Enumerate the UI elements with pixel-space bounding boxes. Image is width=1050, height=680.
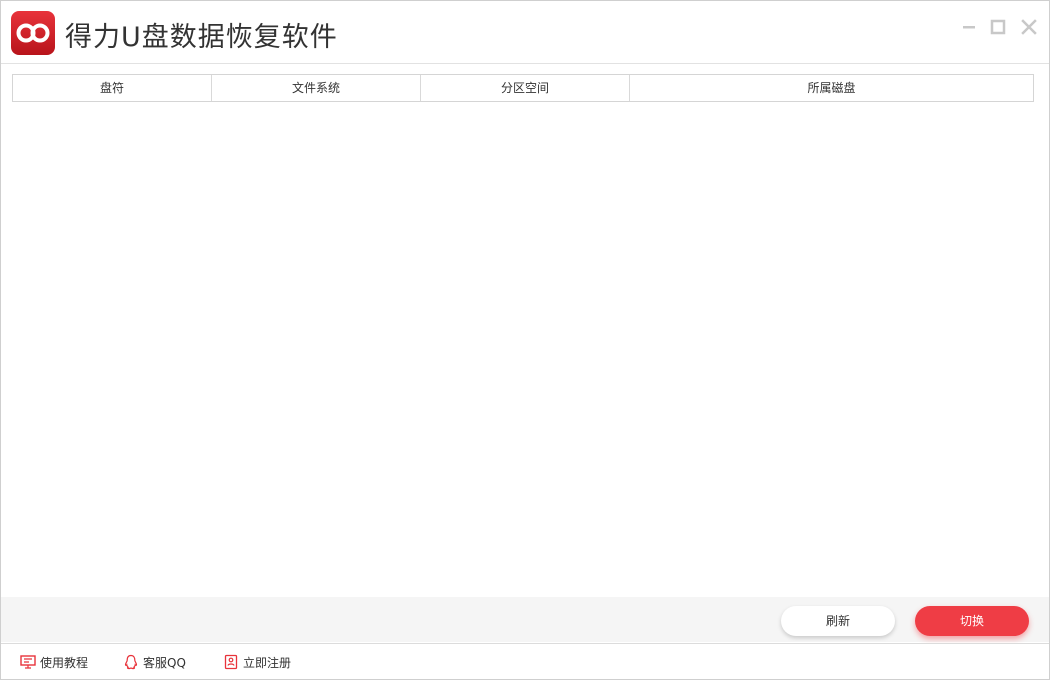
register-link[interactable]: 立即注册 (223, 644, 292, 679)
maximize-icon (990, 19, 1006, 35)
footer-bar: 使用教程 客服QQ 立即注册 (1, 643, 1049, 679)
minimize-icon (963, 26, 975, 29)
register-label: 立即注册 (243, 655, 292, 670)
action-bar: 刷新 切换 (1, 597, 1049, 642)
partition-table-body[interactable] (12, 102, 1034, 596)
qq-label: 客服QQ (143, 655, 186, 670)
close-icon (1021, 19, 1037, 35)
qq-penguin-icon (123, 654, 139, 670)
infinity-logo-icon (11, 11, 55, 55)
title-bar[interactable]: 得力U盘数据恢复软件 (1, 1, 1049, 64)
tutorial-label: 使用教程 (40, 655, 89, 670)
register-doc-icon (223, 654, 239, 670)
app-window: 得力U盘数据恢复软件 盘符 文件系统 分区空间 所属磁盘 刷新 切换 使用教程 … (0, 0, 1050, 680)
tutorial-link[interactable]: 使用教程 (20, 644, 89, 679)
column-header-drive-letter[interactable]: 盘符 (13, 75, 211, 101)
minimize-button[interactable] (959, 17, 979, 37)
qq-support-link[interactable]: 客服QQ (123, 644, 186, 679)
maximize-button[interactable] (988, 17, 1008, 37)
switch-button[interactable]: 切换 (915, 606, 1029, 636)
partition-table-header: 盘符 文件系统 分区空间 所属磁盘 (12, 74, 1034, 102)
monitor-icon (20, 654, 36, 670)
refresh-button[interactable]: 刷新 (781, 606, 895, 636)
close-button[interactable] (1019, 17, 1039, 37)
column-header-disk[interactable]: 所属磁盘 (629, 75, 1033, 101)
app-title: 得力U盘数据恢复软件 (65, 22, 338, 53)
column-header-partition-size[interactable]: 分区空间 (420, 75, 629, 101)
column-header-file-system[interactable]: 文件系统 (211, 75, 420, 101)
